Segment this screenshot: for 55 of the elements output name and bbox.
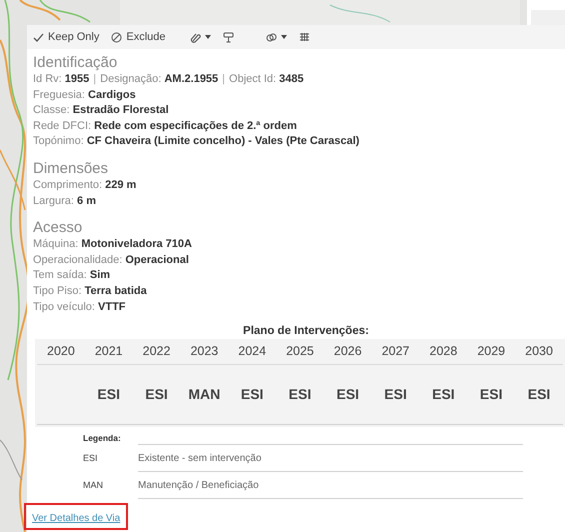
- field-line: Operacionalidade: Operacional: [33, 252, 189, 268]
- highlighter-button[interactable]: [222, 32, 234, 42]
- keep-button[interactable]: Keep Only: [33, 28, 100, 46]
- separator: |: [222, 72, 226, 87]
- table-cell-text: ESI: [288, 385, 312, 404]
- field-line: Tipo Piso: Terra batida: [33, 284, 147, 299]
- year-header: 2023: [189, 343, 220, 360]
- grid-icon: [298, 32, 310, 42]
- table-cell-text: ESI: [97, 385, 120, 404]
- section-heading: Dimensões: [33, 160, 110, 178]
- prohibited-icon: [111, 32, 122, 42]
- table-cell-text: ESI: [480, 385, 502, 404]
- year-header: 2025: [285, 343, 315, 360]
- legend-code: MAN: [82, 478, 104, 492]
- legend-description: Existente - sem intervenção: [138, 452, 262, 466]
- field-line: Designação: AM.2.1955: [100, 72, 218, 87]
- table-cell-text: ESI: [384, 385, 407, 404]
- year-header: 2029: [476, 343, 506, 360]
- table-cell-text: MAN: [188, 385, 220, 404]
- table-cell-text: ESI: [432, 385, 455, 404]
- field-line: Classe: Estradão Florestal: [33, 103, 169, 118]
- field-line: Tem saída: Sim: [33, 268, 110, 284]
- table-cell-text: ESI: [240, 385, 264, 404]
- year-header: 2022: [142, 343, 172, 360]
- table-cell-text: ESI: [336, 385, 360, 404]
- year-header: 2030: [524, 343, 554, 360]
- separator: |: [93, 72, 96, 87]
- field-line: Freguesia: Cardigos: [33, 88, 136, 103]
- field-line: Rede DFCI: Rede com especificações de 2.ª ordem: [33, 118, 297, 134]
- field-line: Largura: 6 m: [33, 194, 96, 209]
- field-line: Comprimento: 229 m: [33, 178, 136, 193]
- year-header: 2024: [237, 343, 268, 360]
- table-cell-text: ESI: [145, 385, 168, 404]
- year-header: 2027: [380, 343, 410, 360]
- year-header: 2021: [94, 343, 124, 360]
- year-header: 2026: [332, 343, 363, 360]
- year-header: 2028: [428, 343, 458, 360]
- section-heading: Identificação: [33, 54, 118, 72]
- plan-title: Plano de Intervenções:: [242, 324, 370, 340]
- grid-button[interactable]: [298, 32, 310, 42]
- highlighter-icon: [222, 32, 234, 42]
- field-line: Id Rv: 1955: [33, 72, 90, 87]
- field-line: Tipo veículo: VTTF: [33, 300, 126, 315]
- check-icon: [33, 32, 44, 42]
- field-line: Máquina: Motoniveladora 710A: [33, 237, 192, 252]
- exclude-button[interactable]: Exclude: [111, 28, 166, 46]
- section-heading: Acesso: [33, 219, 84, 238]
- field-line: Object Id: 3485: [229, 72, 304, 87]
- field-line: Topónimo: CF Chaveira (Limite concelho) - Vales (Pte Carascal): [33, 134, 360, 150]
- legend-title: Legenda:: [82, 432, 122, 446]
- legend-description: Manutenção / Beneficiação: [138, 478, 259, 493]
- table-cell-text: ESI: [528, 385, 550, 404]
- legend-code: ESI: [82, 452, 99, 465]
- details-link[interactable]: Ver Detalhes de Via: [24, 503, 128, 530]
- year-header: 2020: [46, 343, 76, 360]
